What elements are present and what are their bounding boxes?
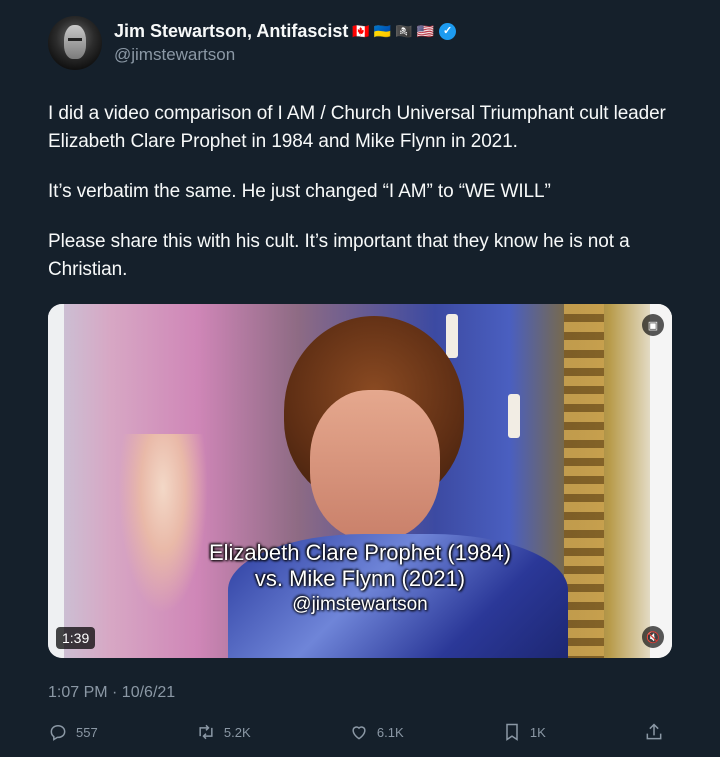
share-icon: [646, 723, 662, 740]
tweet-header: Jim Stewartson, Antifascist 🇨🇦 🇺🇦 🏴‍☠️ 🇺…: [48, 16, 457, 70]
bookmark-count: 1K: [529, 724, 546, 740]
video-caption-line1: Elizabeth Clare Prophet (1984): [208, 540, 512, 565]
video-caption-line3: @jimstewartson: [292, 594, 428, 615]
video-candle: [508, 394, 520, 438]
retweet-button[interactable]: 5.2K: [196, 722, 251, 742]
author-name[interactable]: Jim Stewartson, Antifascist: [114, 20, 348, 42]
flag-pirate: 🏴‍☠️: [395, 23, 413, 39]
author-handle[interactable]: @jimstewartson: [114, 44, 456, 66]
video-caption-line2: vs. Mike Flynn (2021): [254, 566, 466, 591]
avatar-face: [64, 25, 86, 59]
retweet-count: 5.2K: [223, 724, 251, 740]
verified-badge-icon: ✓: [439, 22, 457, 40]
closed-captions-icon[interactable]: ▣: [642, 314, 664, 336]
tweet-timestamp[interactable]: 1:07 PM · 10/6/21: [48, 684, 175, 702]
avatar[interactable]: [48, 16, 102, 70]
flag-ukraine: 🇺🇦: [373, 23, 392, 39]
flag-usa: 🇺🇸: [416, 23, 435, 39]
bookmark-icon: [506, 723, 518, 741]
tweet-text: I did a video comparison of I AM / Churc…: [48, 100, 678, 306]
reply-count: 557: [76, 724, 98, 740]
tweet-paragraph-3: Please share this with his cult. It’s im…: [48, 231, 630, 280]
tweet: Jim Stewartson, Antifascist 🇨🇦 🇺🇦 🏴‍☠️ 🇺…: [0, 0, 720, 757]
tweet-paragraph-1: I did a video comparison of I AM / Churc…: [48, 103, 666, 152]
action-bar: 557 5.2K 6.1K 1K: [48, 718, 672, 746]
bookmark-button[interactable]: 1K: [502, 722, 546, 742]
video-caption: Elizabeth Clare Prophet (1984) vs. Mike …: [48, 540, 672, 618]
avatar-eyes: [68, 38, 82, 41]
like-button[interactable]: 6.1K: [349, 722, 404, 742]
mute-icon[interactable]: 🔇: [642, 626, 664, 648]
flag-canada: 🇨🇦: [352, 23, 370, 39]
reply-button[interactable]: 557: [48, 722, 98, 742]
video-candle: [446, 314, 458, 358]
video-duration: 1:39: [56, 627, 96, 649]
video-speaker-face: [310, 390, 440, 540]
video-player[interactable]: Elizabeth Clare Prophet (1984) vs. Mike …: [48, 304, 672, 658]
author-names: Jim Stewartson, Antifascist 🇨🇦 🇺🇦 🏴‍☠️ 🇺…: [114, 20, 457, 66]
retweet-icon: [199, 724, 213, 740]
share-button[interactable]: [644, 722, 672, 742]
tweet-paragraph-2: It’s verbatim the same. He just changed …: [48, 181, 551, 202]
author-name-row: Jim Stewartson, Antifascist 🇨🇦 🇺🇦 🏴‍☠️ 🇺…: [114, 20, 457, 42]
heart-icon: [352, 726, 366, 740]
like-count: 6.1K: [376, 724, 404, 740]
reply-icon: [50, 724, 66, 741]
